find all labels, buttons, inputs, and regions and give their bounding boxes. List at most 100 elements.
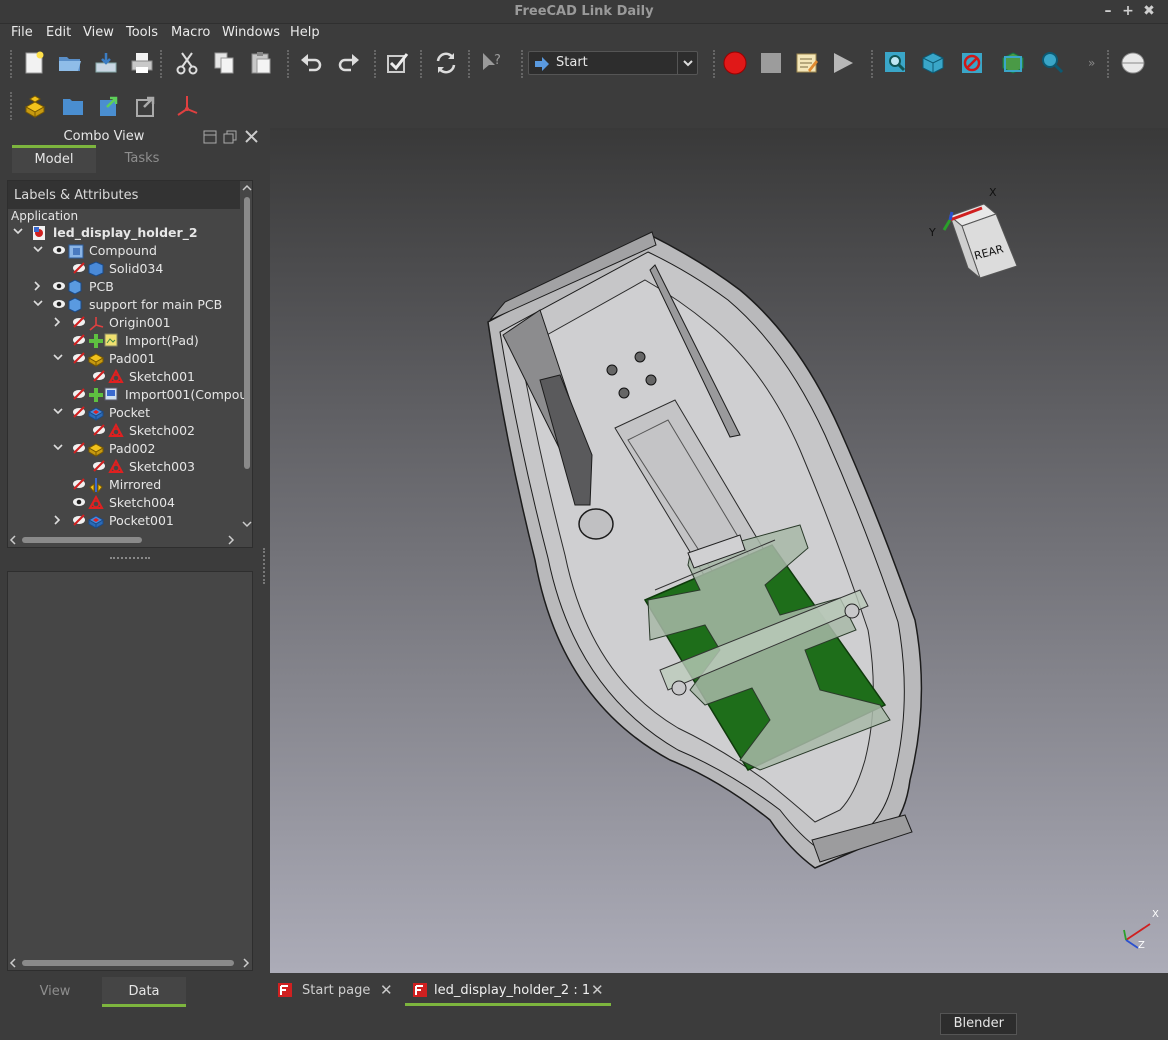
whats-this-button[interactable]: ?	[477, 48, 507, 78]
tree-item-sketch002[interactable]: Sketch002	[8, 422, 240, 440]
macro-record-button[interactable]	[720, 48, 750, 78]
tree-item-sketch004[interactable]: Sketch004	[8, 494, 240, 512]
open-button[interactable]	[55, 48, 85, 78]
tree-item-import001[interactable]: Import001(Compou	[8, 386, 247, 404]
print-button[interactable]	[127, 48, 157, 78]
chevron-down-icon[interactable]	[33, 300, 43, 308]
copy-button[interactable]	[209, 48, 239, 78]
hidden-eye-icon[interactable]	[92, 460, 106, 472]
navigation-style-button[interactable]: Blender	[940, 1013, 1017, 1035]
minimize-button[interactable]: –	[1100, 3, 1116, 19]
refresh-check-button[interactable]	[382, 48, 412, 78]
undo-button[interactable]	[296, 48, 326, 78]
tree-item-sketch003[interactable]: Sketch003	[8, 458, 240, 476]
property-horizontal-scrollbar[interactable]	[8, 956, 252, 970]
hidden-eye-icon[interactable]	[72, 388, 86, 400]
cad-model[interactable]	[270, 128, 1168, 973]
hidden-eye-icon[interactable]	[72, 478, 86, 490]
menu-view[interactable]: View	[83, 25, 114, 40]
hidden-eye-icon[interactable]	[72, 334, 86, 346]
menu-file[interactable]: File	[11, 25, 33, 40]
toolbar-grip[interactable]	[468, 50, 472, 78]
section-button[interactable]	[1118, 48, 1148, 78]
toolbar-grip[interactable]	[713, 50, 717, 78]
3d-viewport[interactable]: X Y REAR X Z	[270, 128, 1168, 973]
maximize-button[interactable]: +	[1120, 3, 1136, 19]
save-button[interactable]	[91, 48, 121, 78]
tree-item-pocket001[interactable]: Pocket001	[8, 512, 240, 530]
menu-macro[interactable]: Macro	[171, 25, 210, 40]
hidden-eye-icon[interactable]	[72, 442, 86, 454]
tab-data[interactable]: Data	[102, 977, 186, 1007]
eye-icon[interactable]	[52, 281, 66, 291]
toolbar-grip[interactable]	[420, 50, 424, 78]
tree-vertical-scrollbar[interactable]	[242, 183, 252, 531]
tree-item-import-pad[interactable]: Import(Pad)	[8, 332, 240, 350]
tree-item-pad002[interactable]: Pad002	[8, 440, 240, 458]
toolbar-overflow-chevron[interactable]: »	[1088, 56, 1095, 70]
hidden-eye-icon[interactable]	[72, 514, 86, 526]
hidden-eye-icon[interactable]	[72, 316, 86, 328]
tree-item-pcb[interactable]: PCB	[8, 278, 240, 296]
close-tab-icon[interactable]: ✕	[380, 981, 393, 999]
menu-help[interactable]: Help	[290, 25, 320, 40]
placement-button[interactable]	[172, 91, 202, 121]
panel-splitter[interactable]	[110, 557, 150, 559]
chevron-down-icon[interactable]	[53, 354, 63, 362]
macro-edit-button[interactable]	[792, 48, 822, 78]
tree-horizontal-scrollbar[interactable]	[8, 533, 248, 547]
redo-button[interactable]	[334, 48, 364, 78]
chevron-down-icon[interactable]	[13, 228, 23, 236]
macro-execute-button[interactable]	[828, 48, 858, 78]
toolbar-grip[interactable]	[160, 50, 164, 78]
tree-item-pocket[interactable]: Pocket	[8, 404, 240, 422]
tree-item-pad001[interactable]: Pad001	[8, 350, 240, 368]
doc-tab-led-display-holder[interactable]: led_display_holder_2 : 1 ✕	[405, 974, 611, 1006]
measure-button[interactable]	[1037, 48, 1067, 78]
chevron-right-icon[interactable]	[54, 317, 62, 327]
hidden-eye-icon[interactable]	[92, 370, 106, 382]
fit-all-button[interactable]	[881, 48, 911, 78]
navigation-cube[interactable]: X Y REAR	[922, 186, 1032, 286]
chevron-down-icon[interactable]	[53, 408, 63, 416]
hidden-eye-icon[interactable]	[72, 262, 86, 274]
tree-item-support-main-pcb[interactable]: support for main PCB	[8, 296, 240, 314]
tab-view[interactable]: View	[8, 977, 102, 1005]
float-panel-icon[interactable]	[203, 130, 217, 144]
part-design-body-button[interactable]	[20, 91, 50, 121]
close-panel-icon[interactable]	[244, 129, 259, 144]
tree-item-mirrored[interactable]: Mirrored	[8, 476, 240, 494]
chevron-down-icon[interactable]	[33, 246, 43, 254]
new-document-button[interactable]	[19, 48, 49, 78]
chevron-right-icon[interactable]	[54, 515, 62, 525]
toolbar-grip[interactable]	[10, 50, 14, 78]
hidden-eye-icon[interactable]	[72, 406, 86, 418]
paste-button[interactable]	[246, 48, 276, 78]
chevron-right-icon[interactable]	[34, 281, 42, 291]
eye-icon[interactable]	[52, 245, 66, 255]
toolbar-grip[interactable]	[10, 92, 14, 120]
hidden-eye-icon[interactable]	[92, 424, 106, 436]
restore-panel-icon[interactable]	[223, 130, 237, 144]
tree-item-origin001[interactable]: Origin001	[8, 314, 240, 332]
toolbar-grip[interactable]	[1107, 50, 1111, 78]
group-button[interactable]	[58, 91, 88, 121]
link-actions-button[interactable]	[132, 91, 162, 121]
macro-stop-button[interactable]	[756, 48, 786, 78]
eye-icon[interactable]	[52, 299, 66, 309]
dock-splitter[interactable]	[263, 548, 265, 584]
toolbar-grip[interactable]	[374, 50, 378, 78]
eye-icon[interactable]	[72, 497, 86, 507]
tab-tasks[interactable]: Tasks	[100, 145, 184, 173]
menu-windows[interactable]: Windows	[222, 25, 280, 40]
tab-model[interactable]: Model	[12, 145, 96, 173]
doc-tab-start-page[interactable]: Start page ✕	[270, 974, 400, 1006]
menu-edit[interactable]: Edit	[46, 25, 71, 40]
chevron-down-icon[interactable]	[53, 444, 63, 452]
toolbar-grip[interactable]	[521, 50, 525, 78]
tree-item-compound[interactable]: Compound	[8, 242, 240, 260]
tree-item-sketch001[interactable]: Sketch001	[8, 368, 240, 386]
view-isometric-button[interactable]	[918, 48, 948, 78]
bounding-box-button[interactable]	[998, 48, 1028, 78]
tree-item-document[interactable]: led_display_holder_2	[8, 224, 240, 242]
